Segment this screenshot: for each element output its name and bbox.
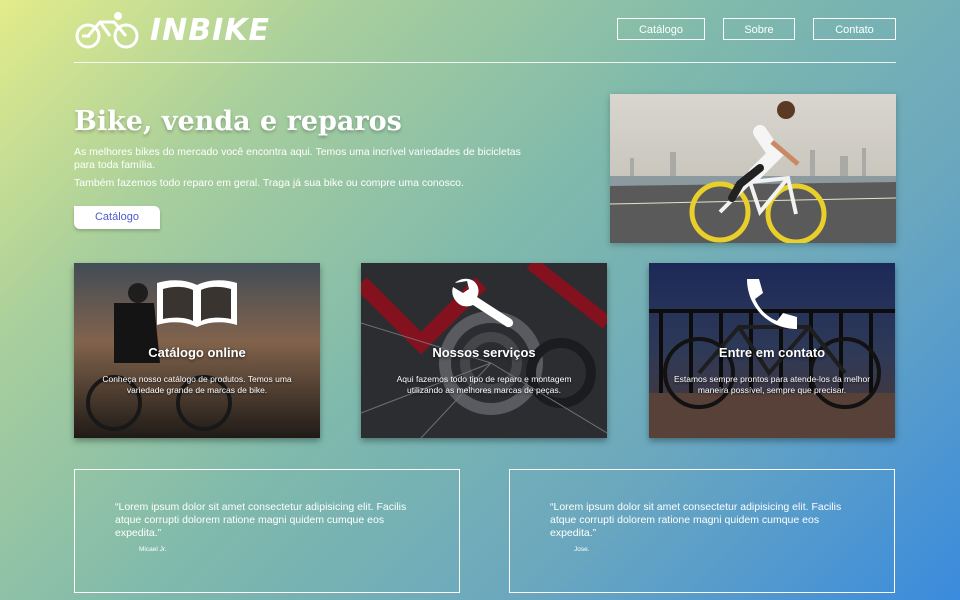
card-text: Estamos sempre prontos para atende-los d… (673, 374, 871, 395)
card-title: Catálogo online (148, 345, 246, 360)
hero-title: Bike, venda e reparos (74, 106, 402, 137)
card-text: Conheça nosso catálogo de produtos. Temo… (102, 374, 292, 395)
hero-paragraph-2: Também fazemos todo reparo em geral. Tra… (74, 177, 464, 189)
hero-catalog-button[interactable]: Catálogo (74, 206, 160, 229)
testimonial-author: Micael Jr. (139, 546, 167, 553)
card-services[interactable]: Nossos serviços Aqui fazemos todo tipo d… (361, 263, 607, 438)
nav-sobre-button[interactable]: Sobre (723, 18, 795, 40)
wrench-icon (361, 277, 607, 329)
main-nav: Catálogo Sobre Contato (617, 18, 896, 40)
testimonial-author: Jose. (574, 546, 590, 553)
testimonial-box: “Lorem ipsum dolor sit amet consectetur … (74, 469, 460, 593)
brand-name: INBIKE (150, 12, 271, 48)
brand-logo[interactable]: INBIKE (74, 10, 270, 50)
open-book-icon (74, 277, 320, 329)
card-contact[interactable]: Entre em contato Estamos sempre prontos … (649, 263, 895, 438)
phone-icon (649, 277, 895, 331)
card-catalog[interactable]: Catálogo online Conheça nosso catálogo d… (74, 263, 320, 438)
hero-paragraph-1: As melhores bikes do mercado você encont… (74, 146, 521, 171)
card-title: Entre em contato (718, 345, 826, 360)
testimonial-quote: “Lorem ipsum dolor sit amet consectetur … (550, 501, 842, 539)
hero-description: As melhores bikes do mercado você encont… (74, 146, 524, 195)
cyclist-go-icon (75, 12, 139, 49)
nav-contato-button[interactable]: Contato (813, 18, 896, 40)
header-divider (74, 62, 896, 63)
cyclist-riding-photo (610, 94, 896, 243)
testimonial-quote: “Lorem ipsum dolor sit amet consectetur … (115, 501, 407, 539)
testimonial-box: “Lorem ipsum dolor sit amet consectetur … (509, 469, 895, 593)
card-title: Nossos serviços (432, 345, 536, 360)
card-text: Aqui fazemos todo tipo de reparo e monta… (396, 374, 572, 395)
nav-catalogo-button[interactable]: Catálogo (617, 18, 705, 40)
